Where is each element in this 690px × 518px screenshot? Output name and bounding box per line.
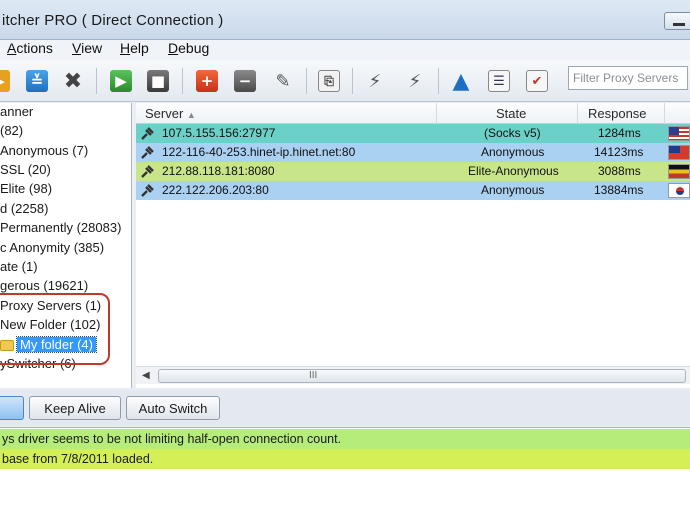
export-icon: ⎘ (318, 70, 340, 92)
toolbar-separator (352, 68, 353, 94)
column-divider[interactable] (436, 103, 437, 124)
plug-icon (140, 164, 156, 179)
toolbar-separator (438, 68, 439, 94)
stop-button[interactable]: ■ (145, 68, 171, 94)
scroll-grip: III (309, 370, 318, 381)
server-response: 14123ms (594, 145, 644, 159)
log-panel: ys driver seems to be not limiting half-… (0, 427, 690, 518)
us-flag-icon (668, 126, 690, 141)
arrow-icon: ▶ (0, 70, 10, 92)
add-icon: + (196, 70, 218, 92)
menu-debug[interactable]: Debug (168, 40, 209, 56)
server-address: 107.5.155.156:27977 (162, 126, 276, 140)
minimize-icon (673, 23, 685, 26)
menu-actions[interactable]: Actions (7, 40, 53, 56)
connect-button[interactable]: ⚡ (362, 68, 388, 94)
menu-view[interactable]: View (72, 40, 102, 56)
server-response: 1284ms (598, 126, 641, 140)
download-button[interactable]: ≚ (24, 68, 50, 94)
toolbar-separator (182, 68, 183, 94)
sort-arrow-icon: ▲ (186, 110, 196, 120)
action-button-bar: Keep Alive Auto Switch (0, 390, 690, 426)
menu-bar: Actions View Help Debug (0, 40, 690, 60)
proxy-server-list: Server ▲ State Response 107.5.155.156:27… (136, 103, 690, 388)
minimize-button[interactable] (664, 12, 690, 30)
column-header-server[interactable]: Server ▲ (145, 106, 196, 121)
tree-item[interactable]: Elite (98) (0, 181, 52, 200)
menu-help[interactable]: Help (120, 40, 149, 56)
arrow-button[interactable]: ▶ (0, 68, 12, 94)
log-line: base from 7/8/2011 loaded. (0, 449, 690, 469)
scroll-left-icon[interactable]: ◀ (142, 370, 150, 381)
warning-icon: ▲ (452, 68, 470, 94)
tree-item[interactable]: c Anonymity (385) (0, 240, 104, 259)
plug-icon (140, 183, 156, 198)
server-address: 222.122.206.203:80 (162, 183, 269, 197)
plug-icon (140, 126, 156, 141)
category-tree[interactable]: anner (82) Anonymous (7) SSL (20) Elite … (0, 103, 132, 388)
unplug-icon: ⚡ (408, 70, 422, 92)
list-button[interactable]: ☰ (486, 68, 512, 94)
plug-icon: ⚡ (368, 70, 382, 92)
tree-item[interactable]: SSL (20) (0, 162, 51, 181)
keep-alive-button[interactable]: Keep Alive (29, 396, 121, 420)
server-state: Anonymous (481, 145, 545, 159)
column-divider[interactable] (577, 103, 578, 124)
table-row[interactable]: 122-116-40-253.hinet-ip.hinet.net:80 Ano… (136, 143, 690, 162)
checklist-icon: ✔ (526, 70, 548, 92)
title-bar: itcher PRO ( Direct Connection ) (0, 0, 690, 40)
remove-button[interactable]: − (232, 68, 258, 94)
table-row[interactable]: 107.5.155.156:27977 (Socks v5) 1284ms (136, 124, 690, 143)
toolbar-separator (96, 68, 97, 94)
primary-action-button[interactable] (0, 396, 24, 420)
uganda-flag-icon (668, 164, 690, 179)
tree-item[interactable]: ate (1) (0, 259, 38, 278)
tree-item[interactable]: anner (0, 104, 33, 123)
window-title: itcher PRO ( Direct Connection ) (2, 12, 224, 29)
scrollbar-thumb[interactable]: III (158, 369, 686, 383)
server-state: Anonymous (481, 183, 545, 197)
warning-button[interactable]: ▲ (448, 68, 474, 94)
play-icon: ▶ (110, 70, 132, 92)
filter-proxy-input[interactable]: Filter Proxy Servers (568, 66, 688, 90)
delete-icon: ✖ (63, 68, 83, 94)
server-state: (Socks v5) (484, 126, 541, 140)
column-divider[interactable] (664, 103, 665, 124)
edit-icon: ✎ (275, 70, 291, 92)
korea-flag-icon (668, 183, 690, 198)
disconnect-button[interactable]: ⚡ (402, 68, 428, 94)
table-row[interactable]: 222.122.206.203:80 Anonymous 13884ms (136, 181, 690, 200)
delete-button[interactable]: ✖ (60, 68, 86, 94)
stop-icon: ■ (147, 70, 169, 92)
list-icon: ☰ (488, 70, 510, 92)
toolbar-separator (306, 68, 307, 94)
tree-item[interactable]: Permanently (28083) (0, 220, 121, 239)
server-state: Elite-Anonymous (468, 164, 559, 178)
tree-item[interactable]: Anonymous (7) (0, 143, 88, 162)
tree-item[interactable]: (82) (0, 123, 23, 142)
tree-item[interactable]: d (2258) (0, 201, 48, 220)
plug-icon (140, 145, 156, 160)
edit-button[interactable]: ✎ (270, 68, 296, 94)
export-button[interactable]: ⎘ (316, 68, 342, 94)
annotation-circle (0, 293, 110, 365)
server-response: 3088ms (598, 164, 641, 178)
play-button[interactable]: ▶ (108, 68, 134, 94)
auto-switch-button[interactable]: Auto Switch (126, 396, 220, 420)
download-icon: ≚ (26, 70, 48, 92)
server-address: 122-116-40-253.hinet-ip.hinet.net:80 (162, 145, 356, 159)
log-line: ys driver seems to be not limiting half-… (0, 429, 690, 449)
column-header-response[interactable]: Response (588, 106, 647, 121)
checklist-button[interactable]: ✔ (524, 68, 550, 94)
table-row[interactable]: 212.88.118.181:8080 Elite-Anonymous 3088… (136, 162, 690, 181)
proxy-switcher-window: itcher PRO ( Direct Connection ) Actions… (0, 0, 690, 518)
horizontal-scrollbar[interactable]: ◀ III (136, 366, 690, 384)
column-header-state[interactable]: State (496, 106, 526, 121)
grid-header: Server ▲ State Response (136, 103, 690, 124)
server-address: 212.88.118.181:8080 (162, 164, 275, 178)
remove-icon: − (234, 70, 256, 92)
taiwan-flag-icon (668, 145, 690, 160)
add-button[interactable]: + (194, 68, 220, 94)
server-response: 13884ms (594, 183, 644, 197)
